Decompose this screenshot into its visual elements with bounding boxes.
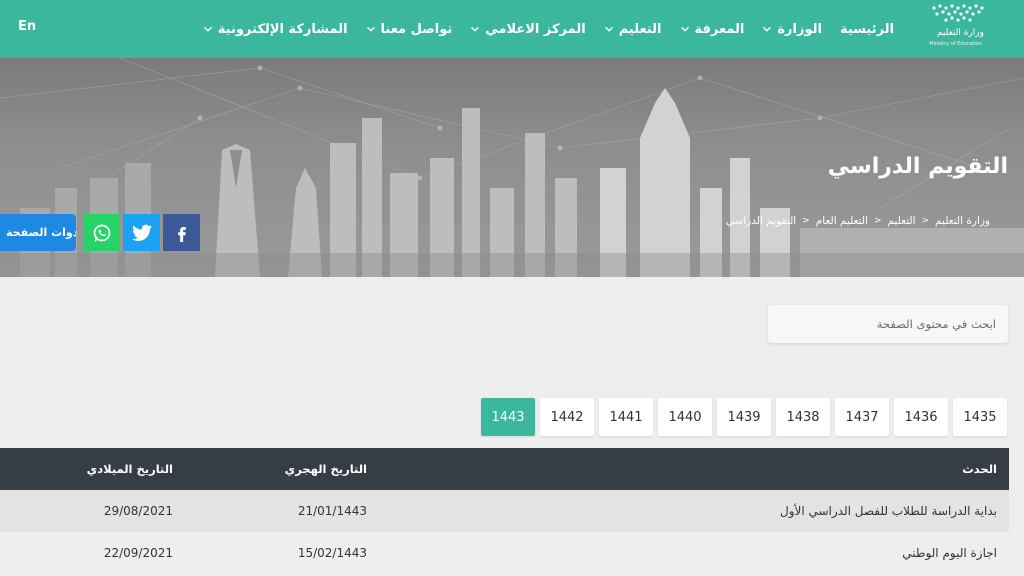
share-buttons (80, 214, 200, 252)
twitter-share-button[interactable] (123, 214, 160, 251)
calendar-table: الحدث التاريخ الهجري التاريخ الميلادي بد… (0, 448, 1009, 574)
nav-item-label: الرئيسية (839, 21, 894, 37)
table-cell-gregorian-date: 29/08/2021 (103, 504, 173, 518)
year-button-1437[interactable]: 1437 (835, 398, 889, 436)
year-button-1440[interactable]: 1440 (658, 398, 712, 436)
breadcrumb-separator-icon: > (921, 216, 930, 226)
nav-item-ministry[interactable]: الوزارة (762, 22, 822, 37)
breadcrumb-item[interactable]: التعليم (888, 215, 916, 227)
nav-item-label: الوزارة (777, 21, 822, 37)
column-header-event: الحدث (962, 462, 997, 476)
nav-item-label: التعليم (618, 21, 662, 37)
chevron-down-icon (604, 26, 613, 32)
year-selector: 1435 1436 1437 1438 1439 1440 1441 1442 … (481, 398, 1007, 436)
breadcrumb: وزارة التعليم > التعليم > التعليم العام … (726, 215, 990, 227)
breadcrumb-current: التقويم الدراسي (725, 215, 797, 227)
whatsapp-share-button[interactable] (83, 214, 120, 251)
nav-item-contact[interactable]: تواصل معنا (366, 21, 453, 37)
year-button-1441[interactable]: 1441 (599, 398, 653, 436)
year-button-1442[interactable]: 1442 (540, 398, 594, 436)
nav-item-label: تواصل معنا (380, 21, 453, 37)
top-navigation-bar: وزارة التعليم Ministry of Education الرئ… (0, 0, 1024, 58)
logo-text: وزارة التعليم (936, 28, 984, 38)
facebook-icon (177, 226, 186, 242)
table-row: بداية الدراسة للطلاب للفصل الدراسي الأول… (0, 490, 1009, 532)
nav-item-label: المشاركة الإلكترونية (217, 21, 348, 37)
nav-item-knowledge[interactable]: المعرفة (680, 21, 745, 37)
ministry-logo[interactable]: وزارة التعليم Ministry of Education (904, 4, 984, 52)
hero-banner: التقويم الدراسي وزارة التعليم > التعليم … (0, 58, 1024, 277)
table-cell-event: اجازة اليوم الوطني (902, 546, 997, 560)
main-nav: الرئيسية الوزارة المعرفة التعليم المركز … (203, 0, 894, 58)
column-header-gregorian-date: التاريخ الميلادي (86, 462, 173, 476)
logo-dots-icon (932, 4, 984, 22)
year-button-1443-active[interactable]: 1443 (481, 398, 535, 436)
table-cell-hijri-date: 21/01/1443 (297, 504, 367, 518)
year-button-1435[interactable]: 1435 (953, 398, 1007, 436)
table-header: الحدث التاريخ الهجري التاريخ الميلادي (0, 448, 1009, 490)
nav-item-home[interactable]: الرئيسية (840, 22, 894, 37)
whatsapp-icon (93, 224, 110, 242)
breadcrumb-item[interactable]: التعليم العام (816, 215, 868, 227)
table-cell-hijri-date: 15/02/1443 (297, 546, 367, 560)
page-title: التقويم الدراسي (827, 154, 1008, 179)
chevron-down-icon (680, 26, 689, 32)
twitter-icon (131, 224, 152, 241)
year-button-1438[interactable]: 1438 (776, 398, 830, 436)
column-header-hijri-date: التاريخ الهجري (284, 462, 367, 476)
table-cell-gregorian-date: 22/09/2021 (103, 546, 173, 560)
page-search-input[interactable]: ابحث في محتوى الصفحة (768, 305, 1008, 343)
chevron-down-icon (366, 26, 375, 32)
table-cell-event: بداية الدراسة للطلاب للفصل الدراسي الأول (779, 504, 997, 518)
chevron-down-icon (471, 26, 480, 32)
breadcrumb-separator-icon: > (802, 216, 810, 226)
nav-item-label: المعرفة (694, 21, 745, 37)
table-row: اجازة اليوم الوطني 15/02/1443 22/09/2021 (0, 532, 1009, 574)
year-button-1439[interactable]: 1439 (717, 398, 771, 436)
chevron-down-icon (203, 26, 212, 32)
nav-item-e-participation[interactable]: المشاركة الإلكترونية (203, 22, 348, 37)
breadcrumb-separator-icon: > (873, 216, 882, 226)
year-button-1436[interactable]: 1436 (894, 398, 948, 436)
language-toggle[interactable]: En (18, 19, 36, 34)
page-tools-button[interactable]: ادوات الصفحة (0, 214, 76, 251)
breadcrumb-item[interactable]: وزارة التعليم (935, 215, 990, 227)
nav-item-education[interactable]: التعليم (604, 22, 662, 37)
chevron-down-icon (763, 26, 772, 32)
facebook-share-button[interactable] (163, 214, 200, 251)
logo-subtext: Ministry of Education (929, 41, 982, 47)
nav-item-media-center[interactable]: المركز الاعلامي (470, 21, 586, 37)
nav-item-label: المركز الاعلامي (485, 21, 586, 37)
